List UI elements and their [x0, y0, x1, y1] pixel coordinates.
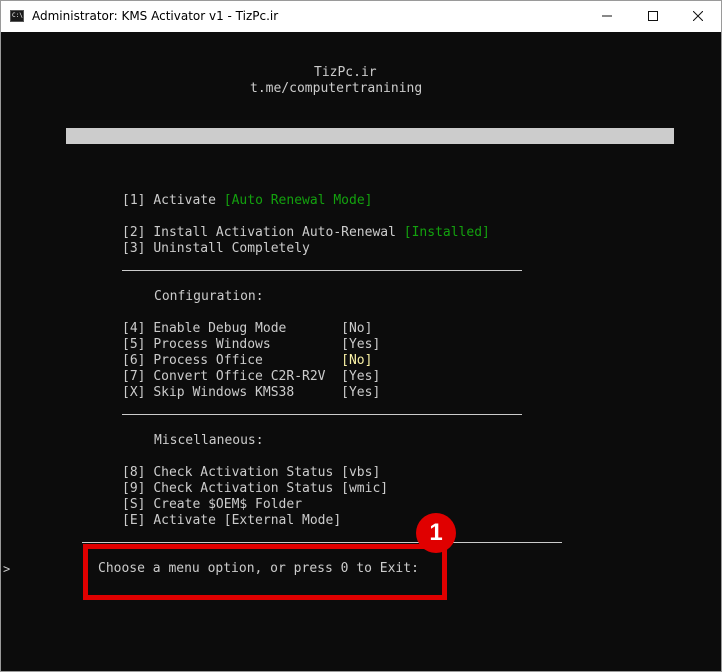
window-title: Administrator: KMS Activator v1 - TizPc.…	[32, 9, 279, 23]
menu-item-process-office[interactable]: [6] Process Office [No]	[122, 353, 372, 369]
menu-item-process-windows[interactable]: [5] Process Windows [Yes]	[122, 337, 380, 353]
menu-item-debug[interactable]: [4] Enable Debug Mode [No]	[122, 321, 372, 337]
menu-item-convert-office[interactable]: [7] Convert Office C2R-R2V [Yes]	[122, 369, 380, 385]
cmd-icon: C:\	[10, 10, 24, 22]
menu-item-skip-kms38[interactable]: [X] Skip Windows KMS38 [Yes]	[122, 385, 380, 401]
close-icon	[693, 11, 703, 21]
menu-item-check-vbs[interactable]: [8] Check Activation Status [vbs]	[122, 465, 380, 481]
separator	[82, 542, 562, 543]
minimize-icon	[602, 15, 612, 17]
maximize-icon	[648, 11, 658, 21]
minimize-button[interactable]	[584, 1, 630, 32]
menu-item-external-mode[interactable]: [E] Activate [External Mode]	[122, 513, 341, 529]
menu-item-create-oem[interactable]: [S] Create $OEM$ Folder	[122, 497, 302, 513]
install-status: [Installed]	[403, 225, 490, 240]
separator	[122, 270, 522, 271]
separator	[122, 414, 522, 415]
maximize-button[interactable]	[630, 1, 676, 32]
activate-status: [Auto Renewal Mode]	[223, 193, 373, 208]
menu-item-install-renewal[interactable]: [2] Install Activation Auto-Renewal [Ins…	[122, 225, 490, 241]
menu-item-uninstall[interactable]: [3] Uninstall Completely	[122, 241, 310, 257]
menu-item-activate[interactable]: [1] Activate [Auto Renewal Mode]	[122, 193, 372, 209]
misc-heading: Miscellaneous:	[154, 433, 264, 448]
annotation-highlight-box	[83, 544, 447, 600]
header-site: TizPc.ir	[314, 65, 377, 80]
annotation-badge: 1	[416, 513, 456, 553]
header-channel: t.me/computertranining	[250, 81, 423, 96]
close-button[interactable]	[675, 1, 721, 32]
title-bar[interactable]: C:\ Administrator: KMS Activator v1 - Ti…	[1, 1, 721, 32]
menu-item-check-wmic[interactable]: [9] Check Activation Status [wmic]	[122, 481, 388, 497]
progress-bar	[66, 128, 674, 144]
console-output[interactable]: TizPc.ir t.me/computertranining [1] Acti…	[1, 32, 721, 671]
prompt-caret: >	[3, 562, 11, 576]
console-window: C:\ Administrator: KMS Activator v1 - Ti…	[0, 0, 722, 672]
config-heading: Configuration:	[154, 289, 264, 304]
